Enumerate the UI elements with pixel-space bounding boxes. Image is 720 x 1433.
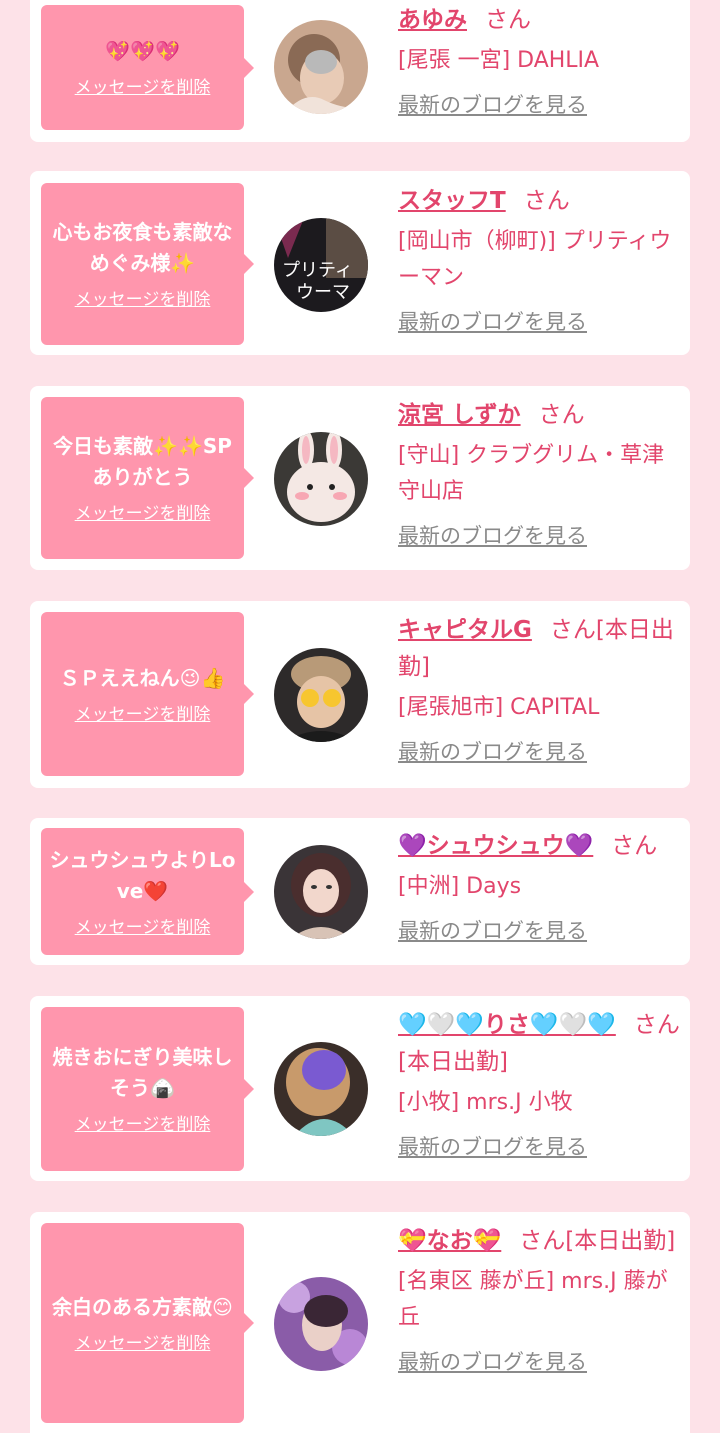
cast-name-link[interactable]: 涼宮 しずか xyxy=(398,402,521,428)
shop-name: [尾張 一宮] DAHLIA xyxy=(398,48,600,73)
latest-blog-link[interactable]: 最新のブログを見る xyxy=(398,917,587,945)
delete-message-link[interactable]: メッセージを削除 xyxy=(75,917,211,939)
message-bubble: ＳＰええねん😉👍 メッセージを削除 xyxy=(41,612,254,776)
delete-message-link[interactable]: メッセージを削除 xyxy=(75,77,211,99)
avatar[interactable] xyxy=(274,1042,368,1136)
message-bubble: シュウシュウよりLove❤️ メッセージを削除 xyxy=(41,828,254,955)
latest-blog-link[interactable]: 最新のブログを見る xyxy=(398,308,587,336)
honorific: さん[本日出勤] xyxy=(519,1228,676,1254)
avatar[interactable] xyxy=(274,845,368,939)
avatar[interactable] xyxy=(274,648,368,742)
cast-info: 🩵🤍🩵りさ🩵🤍🩵 さん[本日出勤] [小牧] mrs.J 小牧 最新のブログを見る xyxy=(398,1007,680,1161)
shop-name: [尾張旭市] CAPITAL xyxy=(398,695,600,720)
delete-message-link[interactable]: メッセージを削除 xyxy=(75,1114,211,1136)
latest-blog-link[interactable]: 最新のブログを見る xyxy=(398,91,587,119)
message-bubble: 余白のある方素敵😊 メッセージを削除 xyxy=(41,1223,254,1423)
shop-name: [守山] クラブグリム・草津守山店 xyxy=(398,443,665,504)
shop-name: [中洲] Days xyxy=(398,874,522,899)
message-text: 💖💖💖 xyxy=(105,39,180,63)
cast-name-link[interactable]: スタッフT xyxy=(398,188,506,214)
cast-info: 💝なお💝 さん[本日出勤] [名東区 藤が丘] mrs.J 藤が丘 最新のブログを… xyxy=(398,1223,680,1376)
message-card: ＳＰええねん😉👍 メッセージを削除 キャピタルG さん[本日出勤] [尾張旭市] … xyxy=(30,601,690,788)
message-text: 心もお夜食も素敵なめぐみ様✨ xyxy=(52,220,233,275)
latest-blog-link[interactable]: 最新のブログを見る xyxy=(398,1133,587,1161)
message-text: 今日も素敵✨✨SPありがとう xyxy=(53,434,232,489)
message-bubble: 💖💖💖 メッセージを削除 xyxy=(41,5,254,130)
latest-blog-link[interactable]: 最新のブログを見る xyxy=(398,1348,587,1376)
message-bubble: 今日も素敵✨✨SPありがとう メッセージを削除 xyxy=(41,397,254,559)
latest-blog-link[interactable]: 最新のブログを見る xyxy=(398,738,587,766)
honorific: さん xyxy=(485,7,531,33)
cast-info: 涼宮 しずか さん [守山] クラブグリム・草津守山店 最新のブログを見る xyxy=(398,397,680,550)
delete-message-link[interactable]: メッセージを削除 xyxy=(75,289,211,311)
message-card: 余白のある方素敵😊 メッセージを削除 💝なお💝 さん[本日出勤] [名東区 藤が丘… xyxy=(30,1212,690,1433)
delete-message-link[interactable]: メッセージを削除 xyxy=(75,1333,211,1355)
message-text: シュウシュウよりLove❤️ xyxy=(49,847,236,903)
message-text: 焼きおにぎり美味しそう🍙 xyxy=(52,1045,233,1100)
cast-info: キャピタルG さん[本日出勤] [尾張旭市] CAPITAL 最新のブログを見る xyxy=(398,612,680,766)
avatar[interactable] xyxy=(274,1277,368,1371)
message-bubble: 心もお夜食も素敵なめぐみ様✨ メッセージを削除 xyxy=(41,183,254,345)
latest-blog-link[interactable]: 最新のブログを見る xyxy=(398,522,587,550)
honorific: さん xyxy=(523,188,570,214)
delete-message-link[interactable]: メッセージを削除 xyxy=(75,704,211,726)
honorific: さん xyxy=(611,833,658,859)
svg-text:プリティ: プリティ xyxy=(282,260,353,281)
honorific: さん xyxy=(538,402,585,428)
message-card: 今日も素敵✨✨SPありがとう メッセージを削除 涼宮 しずか さん [守山] クラ… xyxy=(30,386,690,570)
cast-name-link[interactable]: あゆみ xyxy=(398,7,467,33)
message-card: 💖💖💖 メッセージを削除 あゆみ さん [尾張 一宮] DAHLIA 最新のブログ… xyxy=(30,0,690,142)
message-card: 心もお夜食も素敵なめぐみ様✨ メッセージを削除 プリティ ウーマ スタッフT さん… xyxy=(30,171,690,355)
message-card: 焼きおにぎり美味しそう🍙 メッセージを削除 🩵🤍🩵りさ🩵🤍🩵 さん[本日出勤] [… xyxy=(30,996,690,1181)
cast-name-link[interactable]: 🩵🤍🩵りさ🩵🤍🩵 xyxy=(398,1012,616,1038)
shop-name: [岡山市（柳町)] プリティウーマン xyxy=(398,229,672,290)
cast-info: 💜シュウシュウ💜 さん [中洲] Days 最新のブログを見る xyxy=(398,828,680,945)
cast-info: あゆみ さん [尾張 一宮] DAHLIA 最新のブログを見る xyxy=(398,2,680,119)
shop-name: [小牧] mrs.J 小牧 xyxy=(398,1090,573,1115)
avatar[interactable] xyxy=(274,20,368,114)
message-text: ＳＰええねん😉👍 xyxy=(59,665,226,690)
svg-text:ウーマ: ウーマ xyxy=(296,282,350,303)
shop-name: [名東区 藤が丘] mrs.J 藤が丘 xyxy=(398,1269,668,1330)
cast-name-link[interactable]: 💝なお💝 xyxy=(398,1228,501,1254)
cast-name-link[interactable]: 💜シュウシュウ💜 xyxy=(398,833,593,859)
cast-info: スタッフT さん [岡山市（柳町)] プリティウーマン 最新のブログを見る xyxy=(398,183,680,336)
message-bubble: 焼きおにぎり美味しそう🍙 メッセージを削除 xyxy=(41,1007,254,1171)
message-list: 💖💖💖 メッセージを削除 あゆみ さん [尾張 一宮] DAHLIA 最新のブログ… xyxy=(0,0,720,1433)
message-text: 余白のある方素敵😊 xyxy=(52,1294,233,1319)
message-card: シュウシュウよりLove❤️ メッセージを削除 💜シュウシュウ💜 さん [中洲] … xyxy=(30,818,690,965)
avatar[interactable] xyxy=(274,432,368,526)
cast-name-link[interactable]: キャピタルG xyxy=(398,617,532,643)
avatar[interactable]: プリティ ウーマ xyxy=(274,218,368,312)
delete-message-link[interactable]: メッセージを削除 xyxy=(75,503,211,525)
